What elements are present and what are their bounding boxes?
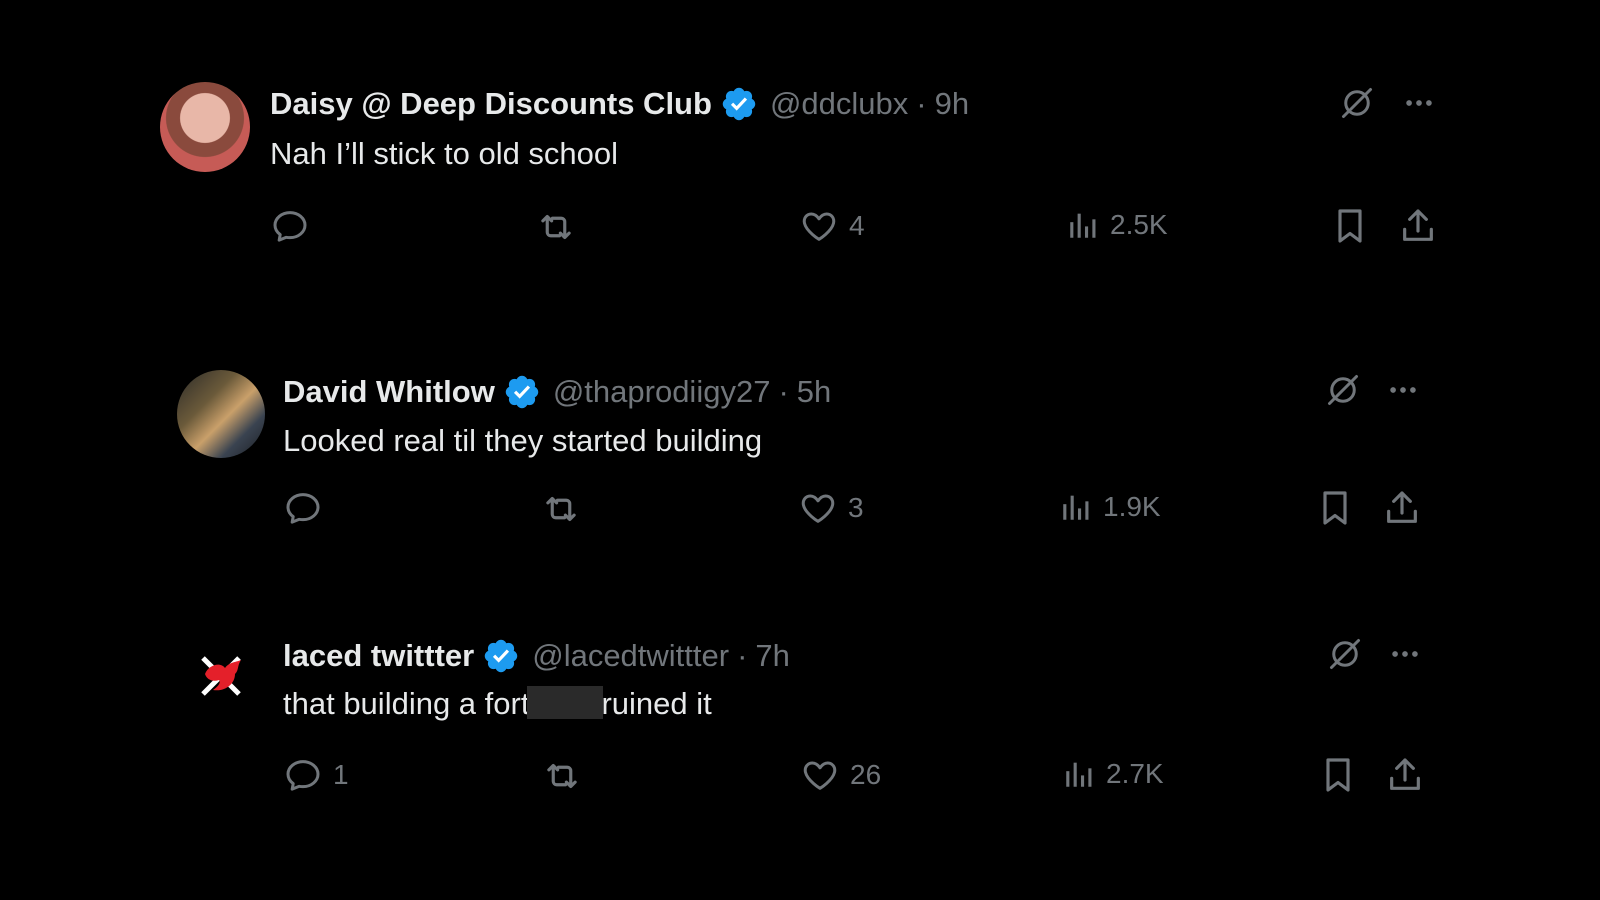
tweet-3[interactable]: laced twittter @lacedtwittter · 7h that …: [0, 0, 1600, 200]
like-button[interactable]: 3: [798, 488, 864, 528]
bookmark-button[interactable]: [1330, 206, 1370, 246]
reply-icon: [270, 206, 310, 246]
like-icon: [799, 206, 839, 246]
views-button[interactable]: 2.7K: [1062, 757, 1164, 791]
bird-logo-icon: [201, 656, 241, 696]
timestamp[interactable]: 7h: [755, 638, 789, 674]
reply-button[interactable]: 1: [283, 755, 349, 795]
views-button[interactable]: 2.5K: [1066, 208, 1168, 242]
retweet-icon: [535, 206, 577, 248]
bookmark-icon: [1330, 206, 1370, 246]
reply-icon: [283, 755, 323, 795]
tweet-text-start: that building a fort: [283, 686, 530, 721]
like-count: 3: [848, 492, 864, 523]
tweet-header: laced twittter @lacedtwittter · 7h: [283, 634, 790, 678]
like-count: 26: [850, 759, 882, 790]
timestamp[interactable]: 5h: [797, 374, 831, 410]
separator: ·: [737, 638, 748, 673]
avatar[interactable]: [195, 650, 247, 702]
avatar[interactable]: [177, 370, 265, 458]
views-icon: [1066, 208, 1100, 242]
views-icon: [1059, 490, 1093, 524]
tweet-text: that building a fort ruined it: [283, 686, 712, 722]
bookmark-icon: [1318, 755, 1358, 795]
redacted-word: [527, 686, 604, 720]
like-icon: [798, 488, 838, 528]
author-handle[interactable]: @lacedtwittter: [532, 638, 729, 674]
reply-count: 1: [333, 759, 349, 790]
retweet-button[interactable]: [535, 206, 577, 248]
tweet-header: David Whitlow @thaprodiigy27 · 5h: [283, 370, 831, 414]
reply-icon: [283, 488, 323, 528]
share-icon: [1398, 206, 1438, 246]
share-button[interactable]: [1398, 206, 1438, 246]
like-icon: [800, 755, 840, 795]
retweet-icon: [540, 488, 582, 530]
retweet-button[interactable]: [541, 755, 583, 797]
more-icon[interactable]: [1386, 635, 1424, 673]
view-count: 2.7K: [1106, 758, 1164, 789]
reply-button[interactable]: [270, 206, 320, 246]
tweet-text-end: ruined it: [601, 686, 712, 721]
like-button[interactable]: 26: [800, 755, 881, 795]
author-name[interactable]: David Whitlow: [283, 374, 495, 410]
share-button[interactable]: [1382, 488, 1422, 528]
view-count: 2.5K: [1110, 209, 1168, 240]
separator: ·: [778, 374, 789, 409]
like-count: 4: [849, 210, 865, 241]
retweet-icon: [541, 755, 583, 797]
verified-icon: [503, 373, 541, 411]
author-name[interactable]: laced twittter: [283, 638, 474, 674]
tweet-text: Looked real til they started building: [283, 423, 763, 458]
views-icon: [1062, 757, 1096, 791]
view-count: 1.9K: [1103, 491, 1161, 522]
reply-button[interactable]: [283, 488, 333, 528]
bookmark-icon: [1315, 488, 1355, 528]
more-icon[interactable]: [1384, 371, 1422, 409]
like-button[interactable]: 4: [799, 206, 865, 246]
verified-icon: [482, 637, 520, 675]
author-handle[interactable]: @thaprodiigy27: [553, 374, 771, 410]
share-icon: [1382, 488, 1422, 528]
retweet-button[interactable]: [540, 488, 582, 530]
bookmark-button[interactable]: [1315, 488, 1355, 528]
bookmark-button[interactable]: [1318, 755, 1358, 795]
share-icon: [1385, 755, 1425, 795]
share-button[interactable]: [1385, 755, 1425, 795]
grok-icon[interactable]: [1324, 371, 1362, 409]
grok-icon[interactable]: [1326, 635, 1364, 673]
views-button[interactable]: 1.9K: [1059, 490, 1161, 524]
